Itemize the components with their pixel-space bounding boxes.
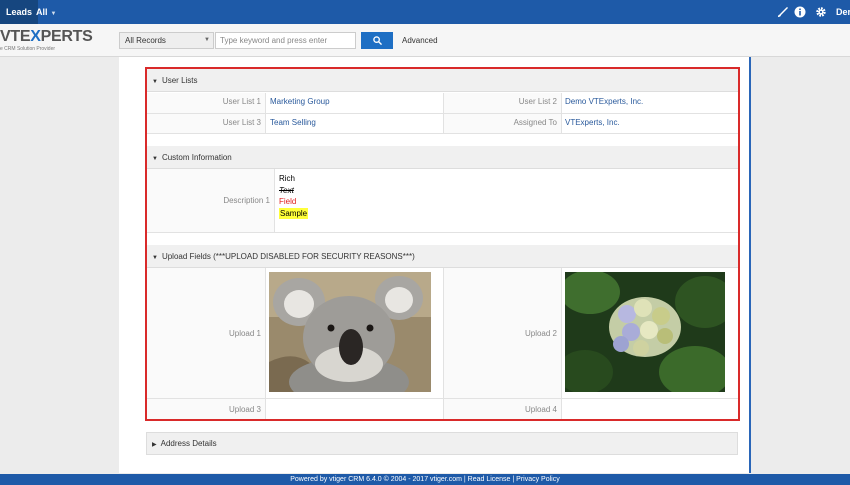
top-navbar: Leads All ▼ Der bbox=[0, 0, 850, 24]
panel-divider bbox=[749, 57, 751, 473]
user-menu[interactable]: Der bbox=[836, 0, 850, 24]
module-name[interactable]: Leads bbox=[0, 0, 39, 24]
logo-tagline: e CRM Solution Provider bbox=[0, 46, 56, 52]
advanced-search-link[interactable]: Advanced bbox=[402, 32, 438, 49]
search-bar: VTEXPERTS e CRM Solution Provider All Re… bbox=[0, 24, 850, 57]
page-footer: Powered by vtiger CRM 6.4.0 © 2004 - 201… bbox=[0, 474, 850, 485]
expand-icon: ▶ bbox=[152, 442, 157, 448]
logo-wordmark: VTEXPERTS bbox=[0, 28, 93, 45]
company-logo[interactable]: VTEXPERTS e CRM Solution Provider bbox=[0, 28, 93, 54]
gear-icon[interactable] bbox=[814, 5, 828, 19]
highlight-frame bbox=[145, 67, 740, 421]
chevron-down-icon: ▼ bbox=[50, 11, 57, 17]
search-input[interactable] bbox=[215, 32, 356, 49]
search-button[interactable] bbox=[361, 32, 393, 49]
search-scope-select[interactable]: All Records ▼ bbox=[119, 32, 214, 49]
filter-label: All bbox=[36, 7, 48, 17]
section-header-address-details[interactable]: ▶ Address Details bbox=[146, 432, 738, 455]
search-scope-value: All Records bbox=[125, 36, 166, 45]
chevron-down-icon: ▼ bbox=[204, 37, 210, 43]
search-icon bbox=[372, 36, 382, 45]
brush-icon[interactable] bbox=[775, 5, 789, 19]
info-icon[interactable] bbox=[793, 5, 807, 19]
section-title: Address Details bbox=[160, 439, 217, 448]
filter-menu[interactable]: All ▼ bbox=[36, 0, 56, 26]
